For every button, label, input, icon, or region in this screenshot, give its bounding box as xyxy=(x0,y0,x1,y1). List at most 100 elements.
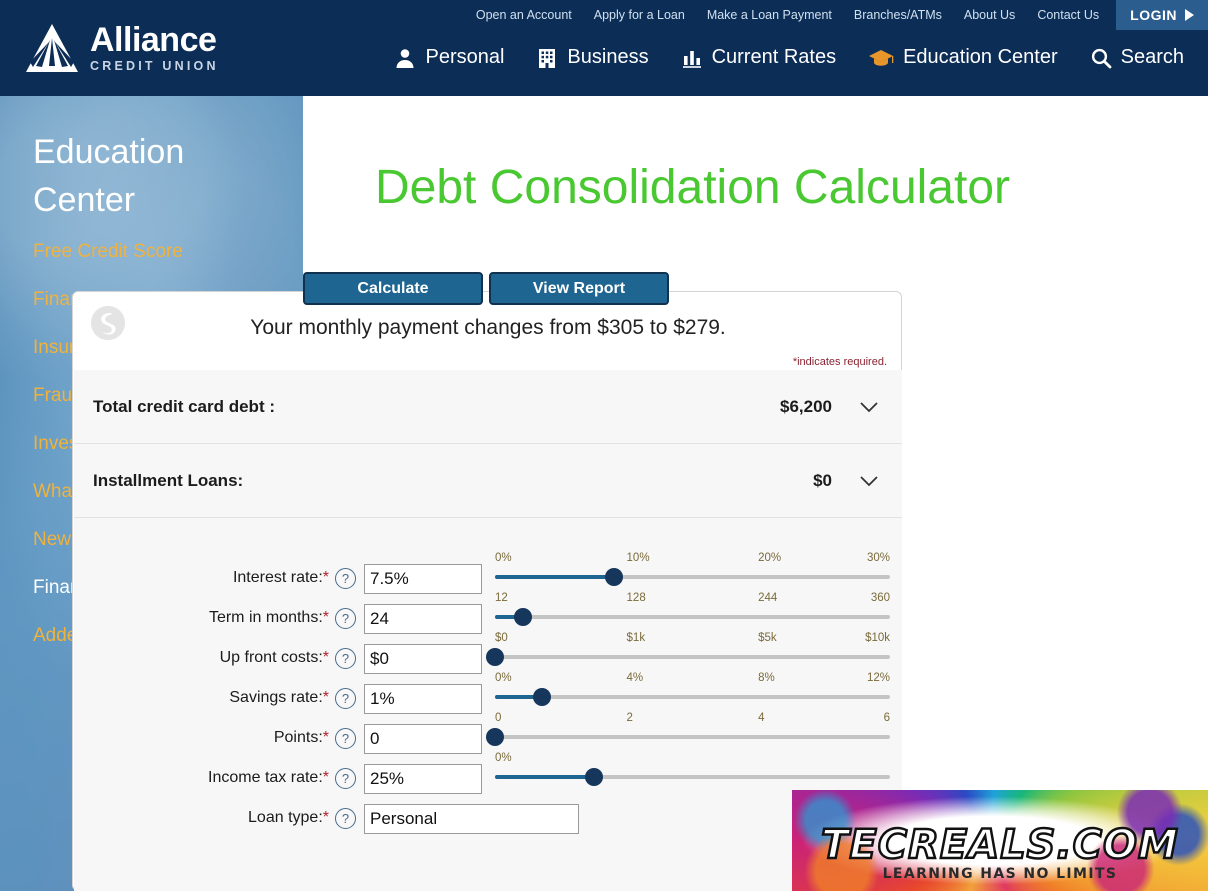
calculate-button[interactable]: Calculate xyxy=(303,272,483,305)
slider-ticks-term-in-months: 12 128 244 360 xyxy=(495,592,890,609)
consolidated-loan-panel: Interest rate:* ? 0% 10% 20% 30% Term in… xyxy=(74,522,902,891)
nav-item-education-center[interactable]: Education Center xyxy=(852,46,1074,69)
slider-fill xyxy=(495,575,614,579)
payment-summary: Your monthly payment changes from $305 t… xyxy=(250,316,726,339)
slider-handle-term-in-months[interactable] xyxy=(513,608,532,626)
slider-points[interactable]: 0 2 4 6 xyxy=(486,712,890,746)
slider-term-in-months[interactable]: 12 128 244 360 xyxy=(495,592,890,626)
slider-handle-up-front-costs[interactable] xyxy=(486,648,504,666)
tick-label: $0 xyxy=(495,632,508,644)
tick-label: 4 xyxy=(758,712,765,724)
help-icon-up-front-costs[interactable]: ? xyxy=(335,648,356,669)
calculator-card: Your monthly payment changes from $305 t… xyxy=(72,291,902,891)
slider-track-points[interactable] xyxy=(486,728,890,746)
field-row-loan-type: Loan type:* ? xyxy=(74,804,902,844)
alliance-triangle-logo-icon xyxy=(26,24,78,72)
slider-track-term-in-months[interactable] xyxy=(495,608,890,626)
topbar-link-about-us[interactable]: About Us xyxy=(953,8,1026,22)
topbar-link-apply-for-a-loan[interactable]: Apply for a Loan xyxy=(583,8,696,22)
nav-label-personal: Personal xyxy=(425,46,505,68)
term-in-months-input[interactable] xyxy=(364,604,482,634)
up-front-costs-input[interactable] xyxy=(364,644,482,674)
accordion-total-credit-card-debt[interactable]: Total credit card debt : $6,200 xyxy=(74,370,902,444)
slider-track-income-tax-rate[interactable] xyxy=(495,768,890,786)
slider-handle-interest-rate[interactable] xyxy=(604,568,623,586)
tick-label: $1k xyxy=(626,632,646,644)
help-icon-term-in-months[interactable]: ? xyxy=(335,608,356,629)
tick-label: 0% xyxy=(495,552,512,564)
slider-track-interest-rate[interactable] xyxy=(495,568,890,586)
nav-label-education-center: Education Center xyxy=(903,46,1058,68)
slider-handle-points[interactable] xyxy=(486,728,504,746)
slider-up-front-costs[interactable]: $0 $1k $5k $10k xyxy=(486,632,890,666)
nav-item-current-rates[interactable]: Current Rates xyxy=(665,46,853,69)
logo-tagline: CREDIT UNION xyxy=(90,59,219,74)
loan-type-select[interactable] xyxy=(364,804,579,834)
tick-label: 12 xyxy=(495,592,508,604)
topbar-link-branches-atms[interactable]: Branches/ATMs xyxy=(843,8,953,22)
sidebar-item-free-credit-score[interactable]: Free Credit Score xyxy=(33,241,303,263)
tick-label: 360 xyxy=(870,592,890,604)
chevron-down-icon[interactable] xyxy=(858,470,880,492)
accordion-label-installment-loans: Installment Loans: xyxy=(93,470,244,490)
slider-ticks-income-tax-rate: 0% xyxy=(495,752,890,769)
slider-interest-rate[interactable]: 0% 10% 20% 30% xyxy=(495,552,890,586)
tick-label: 30% xyxy=(866,552,890,564)
nav-item-business[interactable]: Business xyxy=(520,46,664,69)
tick-label: 10% xyxy=(626,552,650,564)
slider-ticks-up-front-costs: $0 $1k $5k $10k xyxy=(495,632,890,649)
chevron-down-icon[interactable] xyxy=(858,396,880,418)
graduation-cap-icon xyxy=(869,49,894,66)
tick-label: 6 xyxy=(883,712,890,724)
tick-label: 2 xyxy=(626,712,633,724)
slider-handle-savings-rate[interactable] xyxy=(533,688,552,706)
tick-label: 4% xyxy=(626,672,644,684)
topbar-link-make-a-loan-payment[interactable]: Make a Loan Payment xyxy=(696,8,843,22)
savings-rate-input[interactable] xyxy=(364,684,482,714)
logo-brand-name: Alliance xyxy=(90,21,217,60)
slider-ticks-interest-rate: 0% 10% 20% 30% xyxy=(495,552,890,569)
help-icon-loan-type[interactable]: ? xyxy=(335,808,356,829)
tick-label: 20% xyxy=(758,552,782,564)
accordion-installment-loans[interactable]: Installment Loans: $0 xyxy=(74,444,902,518)
nav-label-business: Business xyxy=(567,46,649,68)
slider-track-savings-rate[interactable] xyxy=(495,688,890,706)
nav-item-personal[interactable]: Personal xyxy=(378,46,520,69)
tick-label: 0 xyxy=(495,712,502,724)
help-icon-interest-rate[interactable]: ? xyxy=(335,568,356,589)
watermark-subtitle: LEARNING HAS NO LIMITS xyxy=(882,866,1118,882)
tick-label: 12% xyxy=(866,672,890,684)
watermark-title: TECREALS.COM xyxy=(820,821,1179,870)
field-label-points: Points:* xyxy=(273,729,329,746)
help-icon-income-tax-rate[interactable]: ? xyxy=(335,768,356,789)
accordion-value-total-credit-card-debt: $6,200 xyxy=(780,396,832,416)
points-input[interactable] xyxy=(364,724,482,754)
site-header: Alliance CREDIT UNION Open an Account Ap… xyxy=(0,0,1208,96)
building-icon xyxy=(539,48,556,68)
login-button[interactable]: LOGIN xyxy=(1116,0,1208,30)
bar-chart-icon xyxy=(682,50,701,68)
tick-label: 0% xyxy=(495,672,512,684)
field-label-term-in-months: Term in months:* xyxy=(208,609,329,626)
help-icon-savings-rate[interactable]: ? xyxy=(335,688,356,709)
calculator-actions: Calculate View Report xyxy=(303,272,669,305)
slider-fill xyxy=(495,775,594,779)
slider-track-up-front-costs[interactable] xyxy=(486,648,890,666)
interest-rate-input[interactable] xyxy=(364,564,482,594)
nav-item-search[interactable]: Search xyxy=(1074,46,1200,69)
site-logo[interactable]: Alliance CREDIT UNION xyxy=(24,22,219,74)
nav-label-search: Search xyxy=(1120,46,1184,68)
view-report-button[interactable]: View Report xyxy=(489,272,669,305)
slider-income-tax-rate[interactable]: 0% xyxy=(495,752,890,786)
income-tax-rate-input[interactable] xyxy=(364,764,482,794)
slider-ticks-points: 0 2 4 6 xyxy=(495,712,890,729)
tick-label: $10k xyxy=(865,632,890,644)
topbar-link-contact-us[interactable]: Contact Us xyxy=(1026,8,1110,22)
help-icon-points[interactable]: ? xyxy=(335,728,356,749)
tick-label: 0% xyxy=(495,752,512,764)
slider-savings-rate[interactable]: 0% 4% 8% 12% xyxy=(495,672,890,706)
slider-handle-income-tax-rate[interactable] xyxy=(584,768,603,786)
topbar-link-open-an-account[interactable]: Open an Account xyxy=(465,8,583,22)
primary-nav: Personal Business Current Rates Educatio… xyxy=(378,46,1200,69)
tick-label: $5k xyxy=(758,632,777,644)
